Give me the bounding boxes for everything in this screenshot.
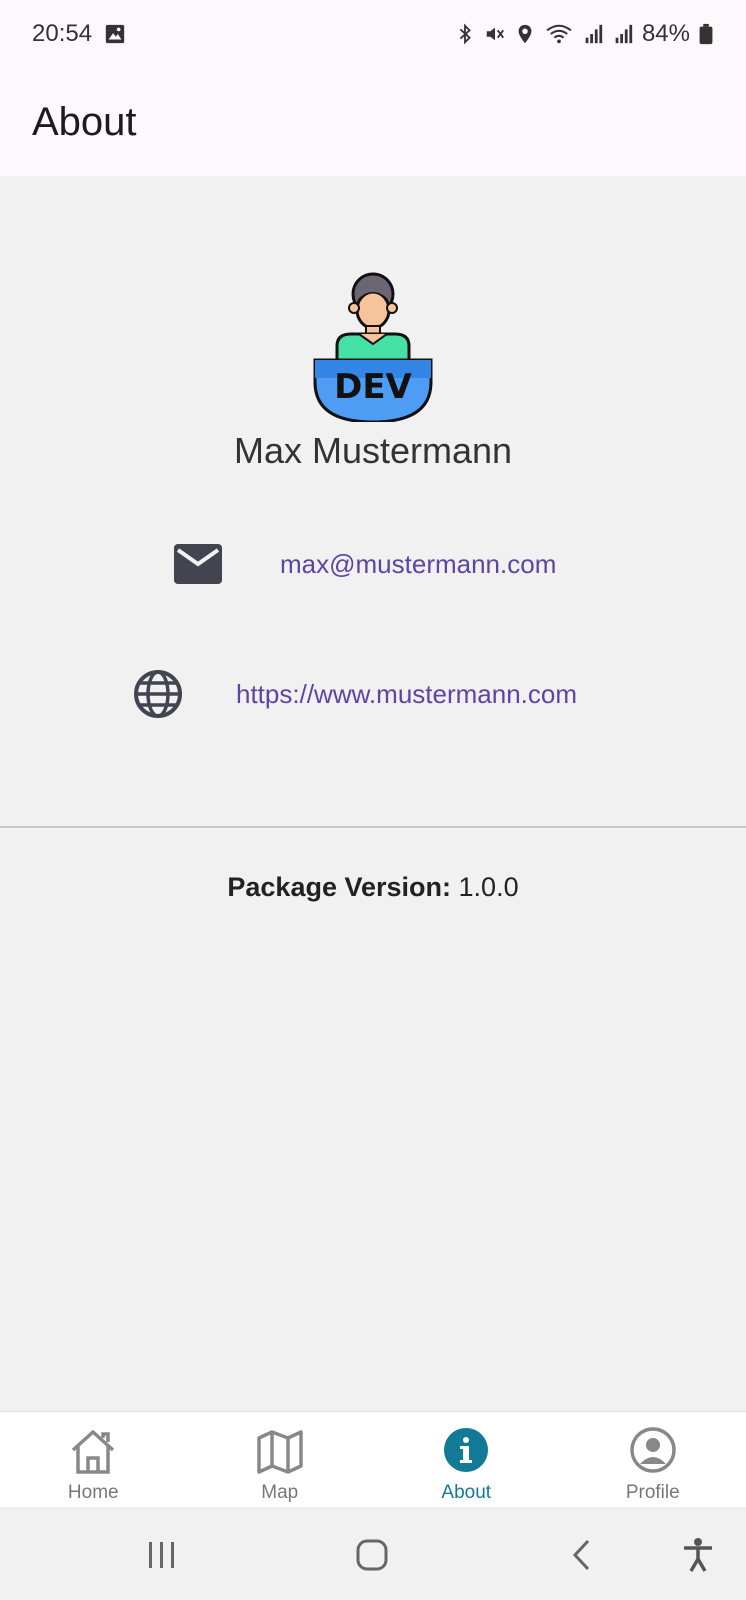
email-link[interactable]: max@mustermann.com — [280, 549, 556, 580]
package-version-value: 1.0.0 — [458, 872, 519, 902]
website-row[interactable]: https://www.mustermann.com — [132, 666, 577, 722]
nav-item-profile[interactable]: Profile — [560, 1412, 746, 1507]
back-icon[interactable] — [560, 1533, 604, 1577]
battery-percent: 84% — [641, 20, 690, 47]
nav-item-about[interactable]: About — [373, 1412, 560, 1507]
globe-icon — [132, 668, 184, 720]
image-icon — [105, 24, 125, 44]
app-bar: About — [0, 68, 746, 176]
page-title: About — [32, 99, 137, 144]
home-icon — [72, 1430, 115, 1474]
website-link[interactable]: https://www.mustermann.com — [236, 679, 577, 710]
system-nav-bar — [0, 1507, 746, 1600]
nav-item-map[interactable]: Map — [187, 1412, 374, 1507]
developer-name: Max Mustermann — [233, 430, 513, 471]
status-time: 20:54 — [32, 20, 93, 47]
developer-avatar-icon: DEV — [313, 272, 433, 422]
signal-icon — [585, 24, 603, 44]
nav-item-home[interactable]: Home — [0, 1412, 187, 1507]
location-icon — [518, 24, 532, 44]
profile-icon — [630, 1427, 676, 1473]
avatar-badge-text: DEV — [334, 367, 412, 407]
package-version-label: Package Version: — [227, 872, 452, 902]
nav-label-home: Home — [67, 1482, 119, 1503]
signal-icon — [615, 24, 633, 44]
nav-label-about: About — [441, 1482, 492, 1503]
home-button-icon[interactable] — [350, 1533, 394, 1577]
package-version: Package Version: 1.0.0 — [0, 872, 746, 903]
accessibility-icon[interactable] — [676, 1533, 720, 1577]
recent-apps-icon[interactable] — [140, 1533, 184, 1577]
status-bar: 20:54 84% — [0, 0, 746, 68]
nav-label-profile: Profile — [625, 1482, 680, 1503]
mute-icon — [486, 27, 504, 41]
bluetooth-icon — [459, 23, 471, 45]
info-icon — [444, 1428, 489, 1472]
wifi-icon — [546, 24, 572, 44]
bottom-nav: Home Map About Profile — [0, 1411, 746, 1507]
divider — [0, 826, 746, 828]
battery-icon — [699, 23, 713, 45]
email-row[interactable]: max@mustermann.com — [172, 536, 556, 592]
map-icon — [257, 1430, 303, 1474]
nav-label-map: Map — [261, 1482, 299, 1503]
mail-icon — [172, 538, 224, 590]
